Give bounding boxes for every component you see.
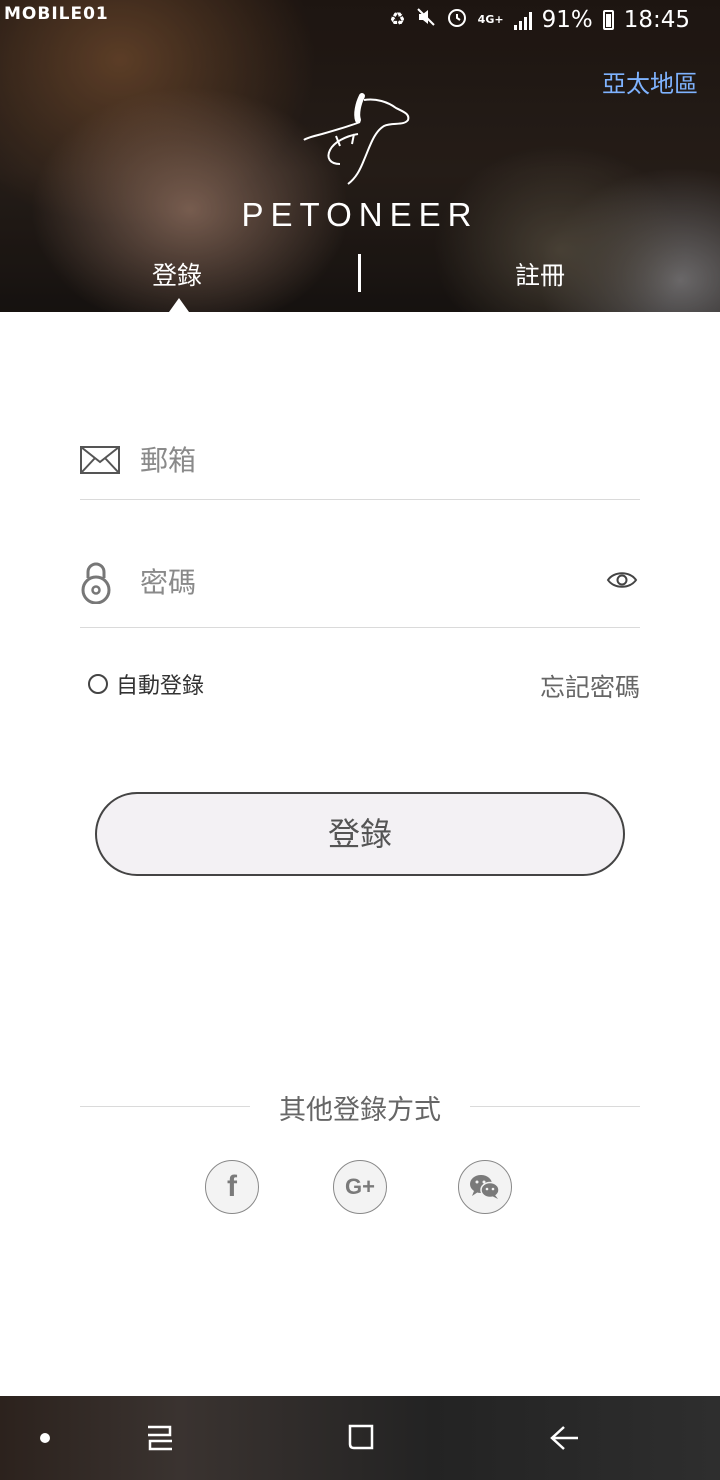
hero-banner: MOBILE01 ♻ 4G+ 91% 18:45 亞太地區 PETONEER 登… [0, 0, 720, 312]
recycle-icon: ♻ [389, 9, 406, 30]
back-icon [550, 1426, 578, 1450]
active-tab-indicator [169, 298, 189, 312]
tab-login[interactable]: 登錄 [152, 256, 202, 292]
battery-percent: 91% [541, 6, 593, 33]
google-plus-icon: G+ [345, 1174, 375, 1199]
status-bar: MOBILE01 ♻ 4G+ 91% 18:45 [0, 0, 720, 44]
auto-login-label: 自動登錄 [116, 674, 205, 699]
auto-login-radio[interactable] [88, 674, 108, 694]
watermark-badge: MOBILE01 [4, 4, 109, 24]
password-field [80, 556, 640, 628]
forgot-password-link[interactable]: 忘記密碼 [540, 668, 640, 704]
home-icon [348, 1424, 374, 1450]
other-login-label: 其他登錄方式 [279, 1095, 441, 1126]
login-button[interactable]: 登錄 [95, 792, 625, 876]
back-button[interactable] [535, 1396, 595, 1480]
mail-icon [80, 446, 120, 474]
signal-icon [513, 10, 532, 30]
tab-divider [358, 254, 361, 292]
eye-icon[interactable] [606, 568, 638, 592]
password-input[interactable] [140, 566, 560, 599]
wechat-login-button[interactable] [458, 1160, 512, 1214]
other-login-divider: 其他登錄方式 [80, 1088, 640, 1126]
divider-line-right [470, 1106, 640, 1107]
facebook-login-button[interactable]: f [205, 1160, 259, 1214]
tab-register[interactable]: 註冊 [515, 256, 565, 292]
nav-dot-icon [40, 1433, 50, 1443]
auto-login-toggle[interactable]: 自動登錄 [88, 668, 204, 700]
auth-tabs: 登錄 註冊 [0, 250, 720, 312]
email-field [80, 436, 640, 500]
recent-apps-icon [148, 1425, 172, 1451]
region-link[interactable]: 亞太地區 [602, 64, 698, 99]
nav-dot-button[interactable] [20, 1396, 70, 1480]
wechat-icon [470, 1175, 500, 1199]
battery-icon [602, 9, 614, 30]
email-input[interactable] [140, 444, 560, 477]
system-nav-bar [0, 1396, 720, 1480]
facebook-icon: f [227, 1170, 237, 1203]
login-options: 自動登錄 忘記密碼 [88, 668, 640, 702]
lock-icon [81, 562, 111, 604]
petoneer-logo-icon [303, 93, 410, 185]
google-plus-login-button[interactable]: G+ [333, 1160, 387, 1214]
recent-apps-button[interactable] [130, 1396, 190, 1480]
clock: 18:45 [623, 6, 690, 33]
alarm-icon [446, 6, 468, 33]
mute-icon [416, 7, 436, 32]
home-button[interactable] [332, 1396, 392, 1480]
status-icons: ♻ 4G+ 91% 18:45 [390, 6, 690, 33]
network-type: 4G+ [477, 13, 504, 26]
brand-wordmark: PETONEER [241, 196, 479, 233]
